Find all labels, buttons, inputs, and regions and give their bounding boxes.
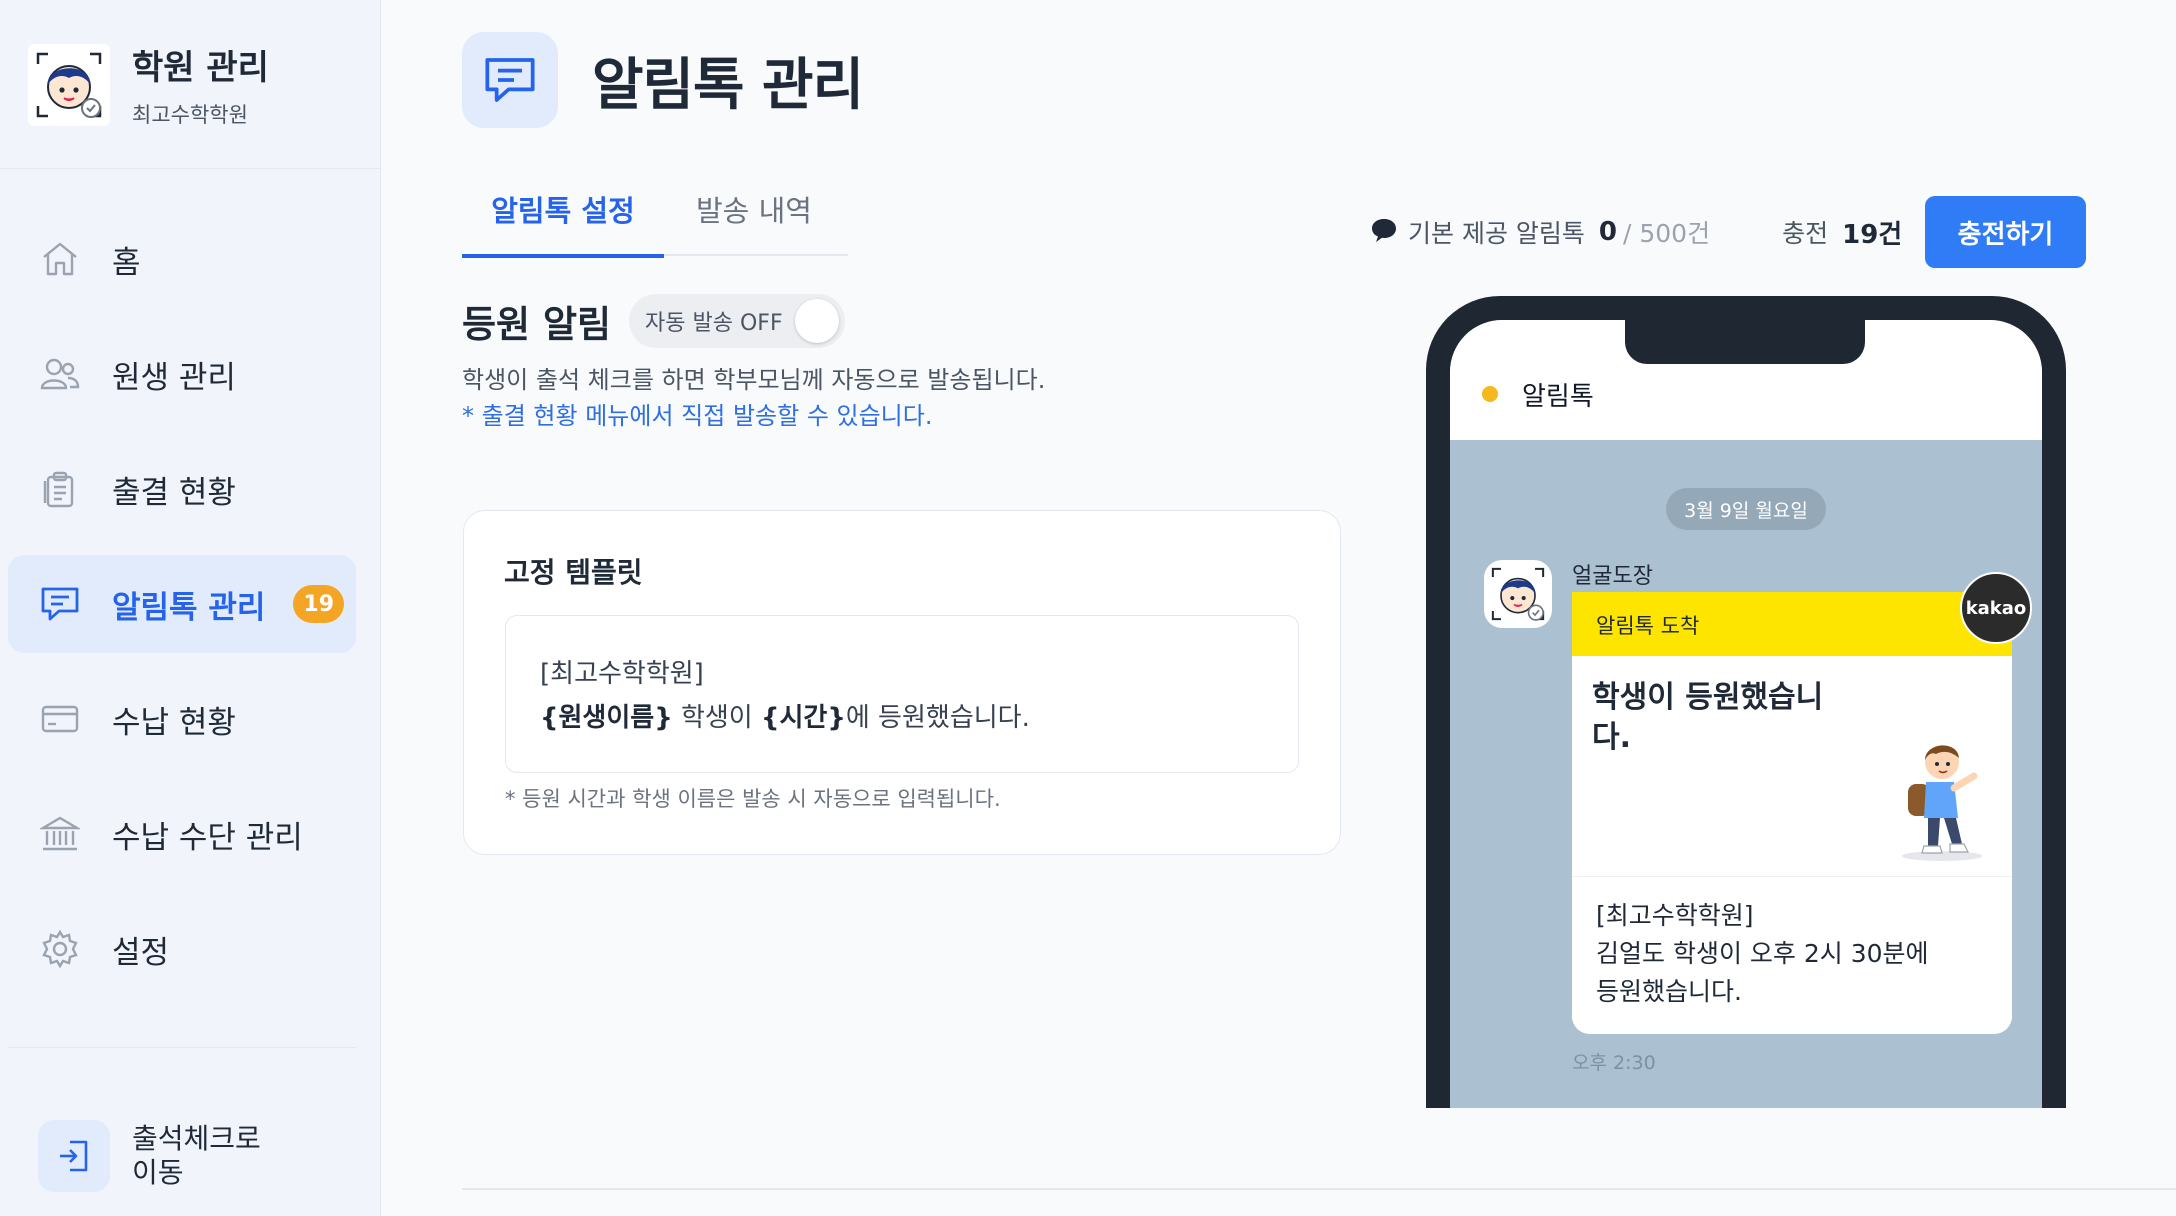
login-icon: [38, 1120, 110, 1192]
template-text: 학생이: [672, 703, 761, 733]
template-box: [최고수학학원] {원생이름} 학생이 {시간}에 등원했습니다.: [505, 615, 1299, 773]
message-time: 오후 2:30: [1572, 1052, 1656, 1074]
body-line-3: 등원했습니다.: [1596, 977, 1742, 1006]
clipboard-icon: [38, 467, 82, 511]
gear-icon: [38, 927, 82, 971]
sidebar-item-label: 출결 현황: [112, 474, 236, 511]
phone-preview: 알림톡 3월 9일 월요일 얼굴도장 알림톡 도착 학생이 등원했습니다. [최…: [1426, 296, 2066, 1108]
body-line-2: 김얼도 학생이 오후 2시 30분에: [1596, 939, 1929, 968]
bubble-hero: 학생이 등원했습니다.: [1572, 656, 2012, 876]
face-logo-icon: [28, 43, 110, 126]
bubble-header: 알림톡 도착: [1572, 592, 2012, 656]
base-quota-total: / 500건: [1623, 219, 1711, 248]
charge-value: 19건: [1842, 219, 1903, 250]
sidebar-divider: [8, 1047, 356, 1048]
sidebar-item-label: 알림톡 관리: [112, 589, 266, 626]
tab-send-history[interactable]: 발송 내역: [664, 180, 844, 256]
sender-avatar: [1484, 560, 1552, 628]
charge-button[interactable]: 충전하기: [1925, 196, 2086, 268]
card-title: 고정 템플릿: [504, 556, 643, 589]
student-illustration: [1892, 732, 1992, 866]
charge-label: 충전: [1782, 219, 1829, 248]
sidebar-item-students[interactable]: 원생 관리: [8, 325, 356, 423]
status-dot: [1482, 386, 1498, 402]
bank-icon: [38, 812, 82, 856]
sender-name: 얼굴도장: [1572, 564, 1653, 589]
hero-text: 학생이 등원했습니다.: [1592, 680, 1824, 755]
sidebar-item-label: 수납 수단 관리: [112, 819, 303, 856]
checkin-label: 출석체크로 이동: [132, 1122, 261, 1189]
usage-stats: 기본 제공 알림톡 0 / 500건 충전 19건: [1370, 196, 1902, 268]
body-line-1: [최고수학학원]: [1596, 901, 1754, 930]
brand-subtitle: 최고수학학원: [132, 103, 248, 127]
brand[interactable]: 학원 관리 최고수학학원: [28, 40, 269, 129]
tab-bar: 알림톡 설정 발송 내역: [462, 180, 848, 258]
page-title: 알림톡 관리: [592, 52, 864, 118]
chat-icon: [462, 32, 558, 128]
toggle-knob: [795, 299, 840, 343]
template-var-name: {원생이름}: [540, 703, 673, 733]
phone-screen: 알림톡 3월 9일 월요일 얼굴도장 알림톡 도착 학생이 등원했습니다. [최…: [1450, 320, 2042, 1108]
sidebar-item-attendance[interactable]: 출결 현황: [8, 440, 356, 538]
home-icon: [38, 237, 82, 281]
sidebar-item-alimtalk[interactable]: 알림톡 관리 19: [8, 555, 356, 653]
sidebar-item-label: 홈: [112, 244, 141, 281]
chat-icon: [38, 582, 82, 626]
sidebar-item-settings[interactable]: 설정: [8, 900, 356, 998]
card-icon: [38, 697, 82, 741]
checkin-link[interactable]: 출석체크로 이동: [38, 1120, 272, 1192]
chat-title: 알림톡: [1522, 382, 1594, 412]
section-title: 등원 알림: [462, 303, 612, 346]
kakao-badge: kakao: [1960, 572, 2032, 644]
template-line-2: {원생이름} 학생이 {시간}에 등원했습니다.: [540, 696, 1298, 740]
sidebar-item-label: 설정: [112, 934, 170, 971]
template-text: 에 등원했습니다.: [845, 703, 1030, 733]
base-quota-label: 기본 제공 알림톡: [1408, 219, 1585, 248]
message-bubble: 알림톡 도착 학생이 등원했습니다. [최고수학학원] 김얼도 학생이 오후 2…: [1572, 592, 2012, 1034]
tab-alimtalk-settings[interactable]: 알림톡 설정: [462, 180, 664, 258]
sidebar-divider: [0, 168, 380, 169]
date-chip: 3월 9일 월요일: [1666, 488, 1826, 530]
sidebar-item-payment-methods[interactable]: 수납 수단 관리: [8, 785, 356, 883]
page-header: 알림톡 관리: [462, 32, 864, 128]
template-line-1: [최고수학학원]: [540, 659, 704, 689]
count-badge: 19: [293, 585, 345, 623]
speech-bubble-icon: [1370, 216, 1398, 248]
sidebar-item-label: 수납 현황: [112, 704, 236, 741]
toggle-label: 자동 발송 OFF: [645, 311, 783, 336]
base-quota-used: 0: [1598, 217, 1617, 247]
card-footnote: * 등원 시간과 학생 이름은 발송 시 자동으로 입력됩니다.: [505, 787, 1001, 811]
bottom-divider: [462, 1188, 2176, 1190]
section-header: 등원 알림 자동 발송 OFF: [462, 294, 846, 348]
template-var-time: {시간}: [761, 703, 846, 733]
brand-title: 학원 관리: [132, 48, 269, 88]
template-card: 고정 템플릿 [최고수학학원] {원생이름} 학생이 {시간}에 등원했습니다.…: [463, 510, 1341, 855]
users-icon: [38, 352, 82, 396]
sidebar-item-payments[interactable]: 수납 현황: [8, 670, 356, 768]
sidebar-nav: 홈 원생 관리 출결 현황 알림톡 관리 19 수납 현황 수납 수단 관리 설…: [8, 210, 356, 1015]
bubble-body: [최고수학학원] 김얼도 학생이 오후 2시 30분에 등원했습니다.: [1572, 876, 2012, 1034]
auto-send-toggle[interactable]: 자동 발송 OFF: [629, 294, 846, 348]
sidebar: 학원 관리 최고수학학원 홈 원생 관리 출결 현황 알림톡 관리 19 수납 …: [0, 0, 381, 1216]
sidebar-item-label: 원생 관리: [112, 359, 236, 396]
phone-notch: [1625, 320, 1865, 364]
section-description: 학생이 출석 체크를 하면 학부모님께 자동으로 발송됩니다.: [462, 366, 1046, 394]
sidebar-item-home[interactable]: 홈: [8, 210, 356, 308]
section-note: * 출결 현황 메뉴에서 직접 발송할 수 있습니다.: [462, 402, 933, 430]
